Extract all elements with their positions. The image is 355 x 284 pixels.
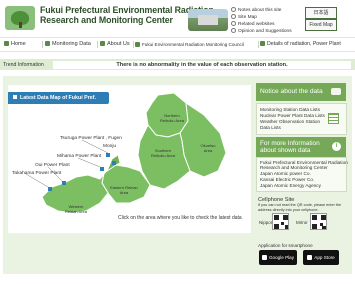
plant-label-mihama[interactable]: Mihama Power Plant (57, 154, 101, 159)
nav-monitoring-data[interactable]: Monitoring Data (45, 38, 91, 51)
notice-link-monitoring-station[interactable]: Monitoring Station Data Lists (260, 107, 320, 112)
home-icon (4, 40, 9, 46)
info-header: For more Information about shown data i (256, 137, 346, 157)
qr-code-mirror[interactable] (310, 213, 327, 230)
bullet-icon (231, 21, 236, 27)
quick-links: Notes about this site Site Map Related w… (231, 7, 292, 35)
plant-marker-mihama[interactable] (100, 167, 104, 171)
info-link-jaea[interactable]: Japan Atomic Energy Agency (260, 183, 321, 188)
area-label-southern-reihoku[interactable]: Southern Reihoku Area (148, 148, 178, 158)
quick-link-notes[interactable]: Notes about this site (231, 7, 292, 14)
quick-link-sitemap[interactable]: Site Map (231, 14, 292, 21)
main-nav: Home Monitoring Data About Us Fukui Envi… (0, 37, 355, 52)
area-label-okuetsu[interactable]: Okuetsu Area (197, 143, 219, 153)
trend-message: There is no abnormality in the value of … (53, 61, 351, 69)
qr-code-nippon[interactable] (272, 213, 289, 230)
chat-bubble-icon (331, 88, 341, 95)
plant-label-monju[interactable]: Monju (103, 144, 116, 149)
nav-radiation-details[interactable]: Details of radiation, Power Plant (260, 38, 341, 51)
apple-icon (307, 254, 313, 260)
notice-header: Notice about the data (256, 83, 346, 101)
nav-home[interactable]: Home (4, 38, 26, 51)
info-icon: i (332, 142, 341, 151)
bullet-icon (231, 28, 236, 34)
nav-about-us[interactable]: About Us (100, 38, 130, 51)
plant-label-oui[interactable]: Oui Power Plant (35, 163, 70, 168)
fixed-map-button[interactable]: Fixed Map (305, 19, 337, 31)
area-label-western-reinan[interactable]: Western Reinan Area (62, 204, 90, 214)
map-title: Latest Data Map of Fukui Pref. (8, 92, 109, 104)
area-label-northern-reihoku[interactable]: Northern Reihoku Area (157, 113, 187, 123)
chart-icon (45, 40, 50, 46)
footer-strip (0, 278, 355, 284)
qr-label-mirror: Mirror (296, 220, 308, 225)
plant-marker-oui[interactable] (62, 181, 66, 185)
quick-link-related[interactable]: Related websites (231, 21, 292, 28)
info-icon (100, 40, 105, 46)
play-icon (261, 254, 267, 260)
app-store-badge[interactable]: App Store (303, 250, 339, 265)
bullet-icon (231, 14, 236, 20)
building-photo (188, 9, 228, 31)
notice-link-data-lists[interactable]: Data Lists (260, 125, 281, 130)
map-caption: Click on the area where you like to chec… (118, 215, 242, 221)
plant-marker-tsuruga[interactable] (106, 153, 110, 157)
plant-marker-takahama[interactable] (48, 187, 52, 191)
app-section-title: Application for smartphone (258, 243, 313, 248)
info-link-center-cont[interactable]: Research and Monitoring Center (260, 165, 328, 170)
trend-label: Trend Information (3, 61, 51, 69)
center-logo[interactable] (5, 6, 35, 30)
table-icon (328, 113, 339, 124)
square-icon (13, 95, 17, 99)
bullet-icon (231, 7, 236, 13)
plant-label-takahama[interactable]: Takahama Power Plant (12, 171, 61, 176)
info-link-kansai-electric[interactable]: Kansai Electric Power Co. (260, 177, 314, 182)
google-play-badge[interactable]: Google Play (259, 250, 297, 265)
site-header: Fukui Prefectural Environmental Radiatio… (0, 0, 355, 36)
plant-marker-monju[interactable] (112, 161, 116, 165)
info-link-japan-atomic-power[interactable]: Japan Atomic power Co. (260, 171, 311, 176)
notice-link-nuclear-plant[interactable]: Nuclear Power Plant Data Lists (260, 113, 325, 118)
area-label-eastern-reinan[interactable]: Eastern Reinan Area (110, 185, 138, 195)
fukui-map (25, 92, 227, 214)
quick-link-opinion[interactable]: Opinion and Suggestions (231, 28, 292, 35)
document-icon (260, 40, 265, 46)
info-list: Fukui Prefectural Environmental Radiatio… (256, 157, 348, 192)
cellphone-note: If you can not read the QR code, please … (258, 203, 342, 212)
people-icon (135, 41, 140, 47)
plant-label-tsuruga[interactable]: Tsuruga Power Plant , Fugen (60, 136, 122, 141)
notice-link-weather-station[interactable]: Weather Observation Station (260, 119, 320, 124)
japanese-language-button[interactable]: 日本語 (305, 7, 337, 19)
nav-council[interactable]: Fukui Environmental Radiation Monitoring… (135, 38, 244, 51)
